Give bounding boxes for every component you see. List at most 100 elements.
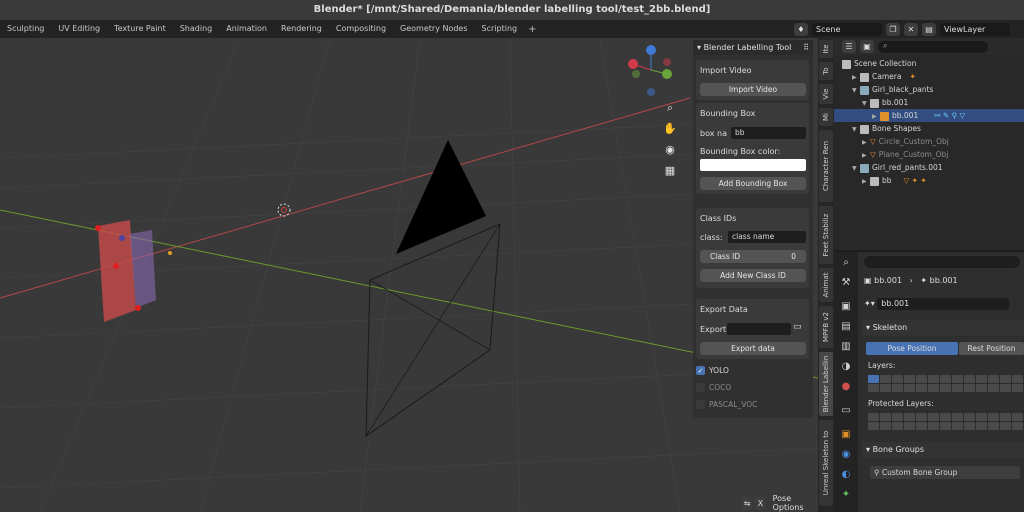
export-path-input[interactable] <box>727 323 791 335</box>
modifier-icon[interactable]: ◉ <box>838 448 854 462</box>
bone-joint[interactable] <box>95 225 101 231</box>
properties-editor: ⌕ ⚒ ▣ ▤ ▥ ◑ ● ▭ ▣ ◉ ◐ ✦ ▣ bb.001 › ✦ bb.… <box>834 252 1024 512</box>
outliner-row[interactable]: ▼ Girl_red_pants.001 <box>834 161 1024 174</box>
outliner-row[interactable]: ▼ Girl_black_pants <box>834 83 1024 96</box>
class-ids-section: Class IDs class: class name Class ID 0 A… <box>696 208 809 288</box>
properties-main: ▣ bb.001 › ✦ bb.001 ✦▾ bb.001 ▾ Skeleton… <box>858 252 1024 512</box>
delete-scene-icon[interactable]: ✕ <box>904 22 918 36</box>
outliner-row[interactable]: ▶ Camera ✦ <box>834 70 1024 83</box>
data-name-field[interactable]: bb.001 <box>877 298 1010 310</box>
window-title: Blender* [/mnt/Shared/Demania/blender la… <box>0 0 1024 20</box>
outliner-row[interactable]: Scene Collection <box>834 57 1024 70</box>
view-layer-icon[interactable]: ▤ <box>922 22 936 36</box>
scene-icon[interactable]: ♦ <box>794 22 808 36</box>
constraint-icon[interactable]: ◐ <box>838 468 854 482</box>
tab-scripting[interactable]: Scripting <box>475 20 525 38</box>
origin-dot <box>168 251 172 255</box>
camera-triangle[interactable] <box>396 140 486 254</box>
camera-view-icon[interactable]: ◉ <box>662 142 678 158</box>
bone-joint[interactable] <box>135 305 141 311</box>
collection-icon <box>842 59 851 69</box>
search-icon: ⌕ <box>883 40 888 50</box>
data-block-selector[interactable]: ✦▾ bb.001 <box>864 298 1010 310</box>
modifier-icons: ⚯ ✎ ⚲ ▽ <box>934 111 966 120</box>
tool-icon[interactable]: ⚒ <box>838 276 854 290</box>
import-video-button[interactable]: Import Video <box>700 83 806 96</box>
scene-icon[interactable]: ◑ <box>838 360 854 374</box>
tab-shading[interactable]: Shading <box>173 20 220 38</box>
panel-header[interactable]: ▾ Blender Labelling Tool ⠿ <box>693 40 813 55</box>
collection-icon[interactable]: ▭ <box>838 404 854 418</box>
symmetry-icon[interactable]: ⇋ <box>742 496 753 510</box>
tab-character-ren[interactable]: Character Ren <box>819 130 833 202</box>
box-name-input[interactable]: bb <box>731 127 806 139</box>
tab-view[interactable]: Vie <box>819 84 833 104</box>
outliner-row[interactable]: ▶ ▽ Circle_Custom_Obj <box>834 135 1024 148</box>
grid-view-icon[interactable]: ▦ <box>662 163 678 179</box>
armature-data-icon[interactable]: ✦ <box>838 488 854 502</box>
add-bounding-box-button[interactable]: Add Bounding Box <box>700 177 806 190</box>
view-layer-icon[interactable]: ▥ <box>838 340 854 354</box>
class-name-input[interactable]: class name <box>728 231 806 243</box>
rest-position-button[interactable]: Rest Position <box>959 342 1024 355</box>
tab-texture-paint[interactable]: Texture Paint <box>107 20 173 38</box>
bone-joint[interactable] <box>113 263 119 269</box>
tab-tool[interactable]: To <box>819 62 833 80</box>
object-icon[interactable]: ▣ <box>838 428 854 442</box>
outliner-row[interactable]: ▼ bb.001 <box>834 96 1024 109</box>
world-icon[interactable]: ● <box>838 380 854 394</box>
outliner-search-input[interactable]: ⌕ <box>878 40 988 53</box>
tab-unreal-skeleton[interactable]: Unreal Skeleton to <box>819 420 833 506</box>
export-data-button[interactable]: Export data <box>700 342 806 355</box>
tab-animat[interactable]: Animat <box>819 268 833 302</box>
outliner-row[interactable]: ▶ ▽ Plane_Custom_Obj <box>834 148 1024 161</box>
outliner-row[interactable]: ▶ bb ▽ ✦ ✦ <box>834 174 1024 187</box>
tab-item[interactable]: Ite <box>819 40 833 58</box>
skeleton-section-header[interactable]: ▾ Skeleton <box>862 320 1024 336</box>
tab-compositing[interactable]: Compositing <box>329 20 393 38</box>
layers-grid[interactable] <box>868 375 963 392</box>
tab-blender-labelling[interactable]: Blender Labellin <box>819 352 833 416</box>
view-layer-field[interactable]: ViewLayer <box>940 22 1010 36</box>
pascal-voc-checkbox[interactable]: PASCAL_VOC <box>696 400 757 409</box>
filter-view-icon[interactable]: ▣ <box>860 40 874 53</box>
outliner-row[interactable]: ▼ Bone Shapes <box>834 122 1024 135</box>
tab-mpfb[interactable]: MPFB v2 <box>819 306 833 348</box>
tab-feet-stabiliz[interactable]: Feet Stabiliz <box>819 206 833 264</box>
new-scene-icon[interactable]: ❐ <box>886 22 900 36</box>
tab-sculpting[interactable]: Sculpting <box>0 20 51 38</box>
bone-joint[interactable] <box>119 235 125 241</box>
drag-handle-icon[interactable]: ⠿ <box>803 40 809 55</box>
class-id-field[interactable]: Class ID 0 <box>700 250 806 263</box>
pose-options-menu[interactable]: Pose Options <box>769 494 815 512</box>
add-class-id-button[interactable]: Add New Class ID <box>700 269 806 282</box>
x-mirror-toggle[interactable]: X <box>755 496 766 510</box>
pan-hand-icon[interactable]: ✋ <box>662 121 678 137</box>
tab-rendering[interactable]: Rendering <box>274 20 329 38</box>
bbox-color-swatch[interactable] <box>700 159 806 171</box>
protected-layers-grid-right[interactable] <box>964 413 1023 430</box>
bone-group-list-item[interactable]: ⚲ Custom Bone Group <box>870 466 1020 479</box>
pose-position-button[interactable]: Pose Position <box>866 342 958 355</box>
bone-groups-section-header[interactable]: ▾ Bone Groups <box>862 442 1024 458</box>
display-mode-icon[interactable]: ☰ <box>842 40 856 53</box>
yolo-checkbox[interactable]: ✓ YOLO <box>696 366 729 375</box>
tab-geometry-nodes[interactable]: Geometry Nodes <box>393 20 474 38</box>
add-workspace-icon[interactable]: + <box>524 24 540 35</box>
properties-search-input[interactable] <box>864 256 1020 268</box>
output-icon[interactable]: ▤ <box>838 320 854 334</box>
tab-uv-editing[interactable]: UV Editing <box>51 20 107 38</box>
folder-icon[interactable]: ▭ <box>793 322 802 332</box>
protected-layers-grid[interactable] <box>868 413 963 430</box>
render-icon[interactable]: ▣ <box>838 300 854 314</box>
outliner-row-selected[interactable]: ▶ bb.001 ⚯ ✎ ⚲ ▽ <box>834 109 1024 122</box>
search-icon[interactable]: ⌕ <box>838 256 854 270</box>
tab-mi[interactable]: Mi <box>819 108 833 126</box>
scene-bar: ♦ Scene ❐ ✕ ▤ ViewLayer <box>790 20 1024 38</box>
navigation-gizmo[interactable] <box>628 45 672 96</box>
coco-checkbox[interactable]: COCO <box>696 383 731 392</box>
zoom-icon[interactable]: ⌕ <box>662 100 678 116</box>
tab-animation[interactable]: Animation <box>219 20 274 38</box>
scene-field[interactable]: Scene <box>812 22 882 36</box>
layers-grid-right[interactable] <box>964 375 1023 392</box>
